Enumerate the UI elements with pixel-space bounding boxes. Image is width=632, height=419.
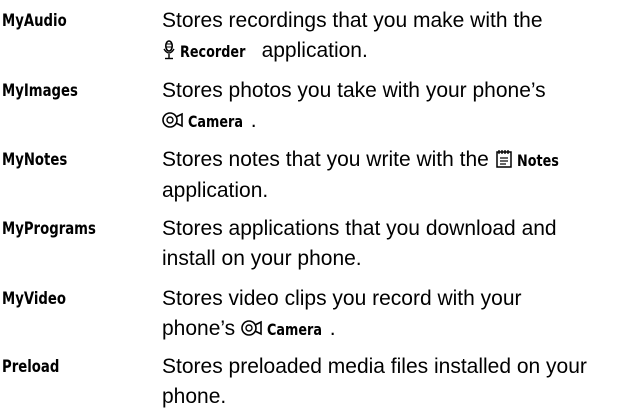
description: Stores preloaded media files installed o… [162,352,632,412]
description-line: Stores applications that you download an… [162,217,557,240]
app-name: Camera [267,320,323,339]
app-name: Camera [188,112,243,131]
term-label: MyNotes [2,150,68,170]
description-line: Stores photos you take with your phone’s [162,79,546,102]
description: Stores applications that you download an… [162,214,632,274]
description-text: application. [255,39,368,62]
camera-icon [241,320,262,336]
microphone-icon [163,40,175,60]
app-name: Notes [516,151,559,170]
description-line: Stores recordings that you make with the [162,9,543,32]
term-label: MyPrograms [2,219,96,239]
notes-icon [495,150,512,168]
term-label: Preload [2,357,60,377]
description-line: application. [162,179,269,202]
description-line: Stores preloaded media files installed o… [162,355,587,378]
term-label: MyVideo [2,289,67,309]
term-label: MyAudio [2,11,67,31]
description-line: phone’s Camera. [162,314,632,345]
description-text: phone’s [162,317,242,340]
description: Stores notes that you write with the Not… [162,145,632,206]
description-line: phone. [162,385,227,408]
description-line: Camera. [162,106,632,137]
camera-icon [162,112,183,128]
description-text: . [329,317,336,340]
term-label: MyImages [2,81,78,101]
description-line: Stores video clips you record with your [162,287,522,310]
definition-list: MyAudio Stores recordings that you make … [0,0,632,419]
app-name: Recorder [180,42,246,61]
description: Stores video clips you record with your … [162,284,632,345]
description-text: Stores notes that you write with the [162,148,495,171]
description-line: Stores notes that you write with the Not… [162,145,632,176]
description-text: . [250,109,257,132]
description: Stores recordings that you make with the… [162,6,632,67]
description: Stores photos you take with your phone’s… [162,76,632,137]
description-line: Recorder application. [162,36,632,67]
description-line: install on your phone. [162,247,362,270]
